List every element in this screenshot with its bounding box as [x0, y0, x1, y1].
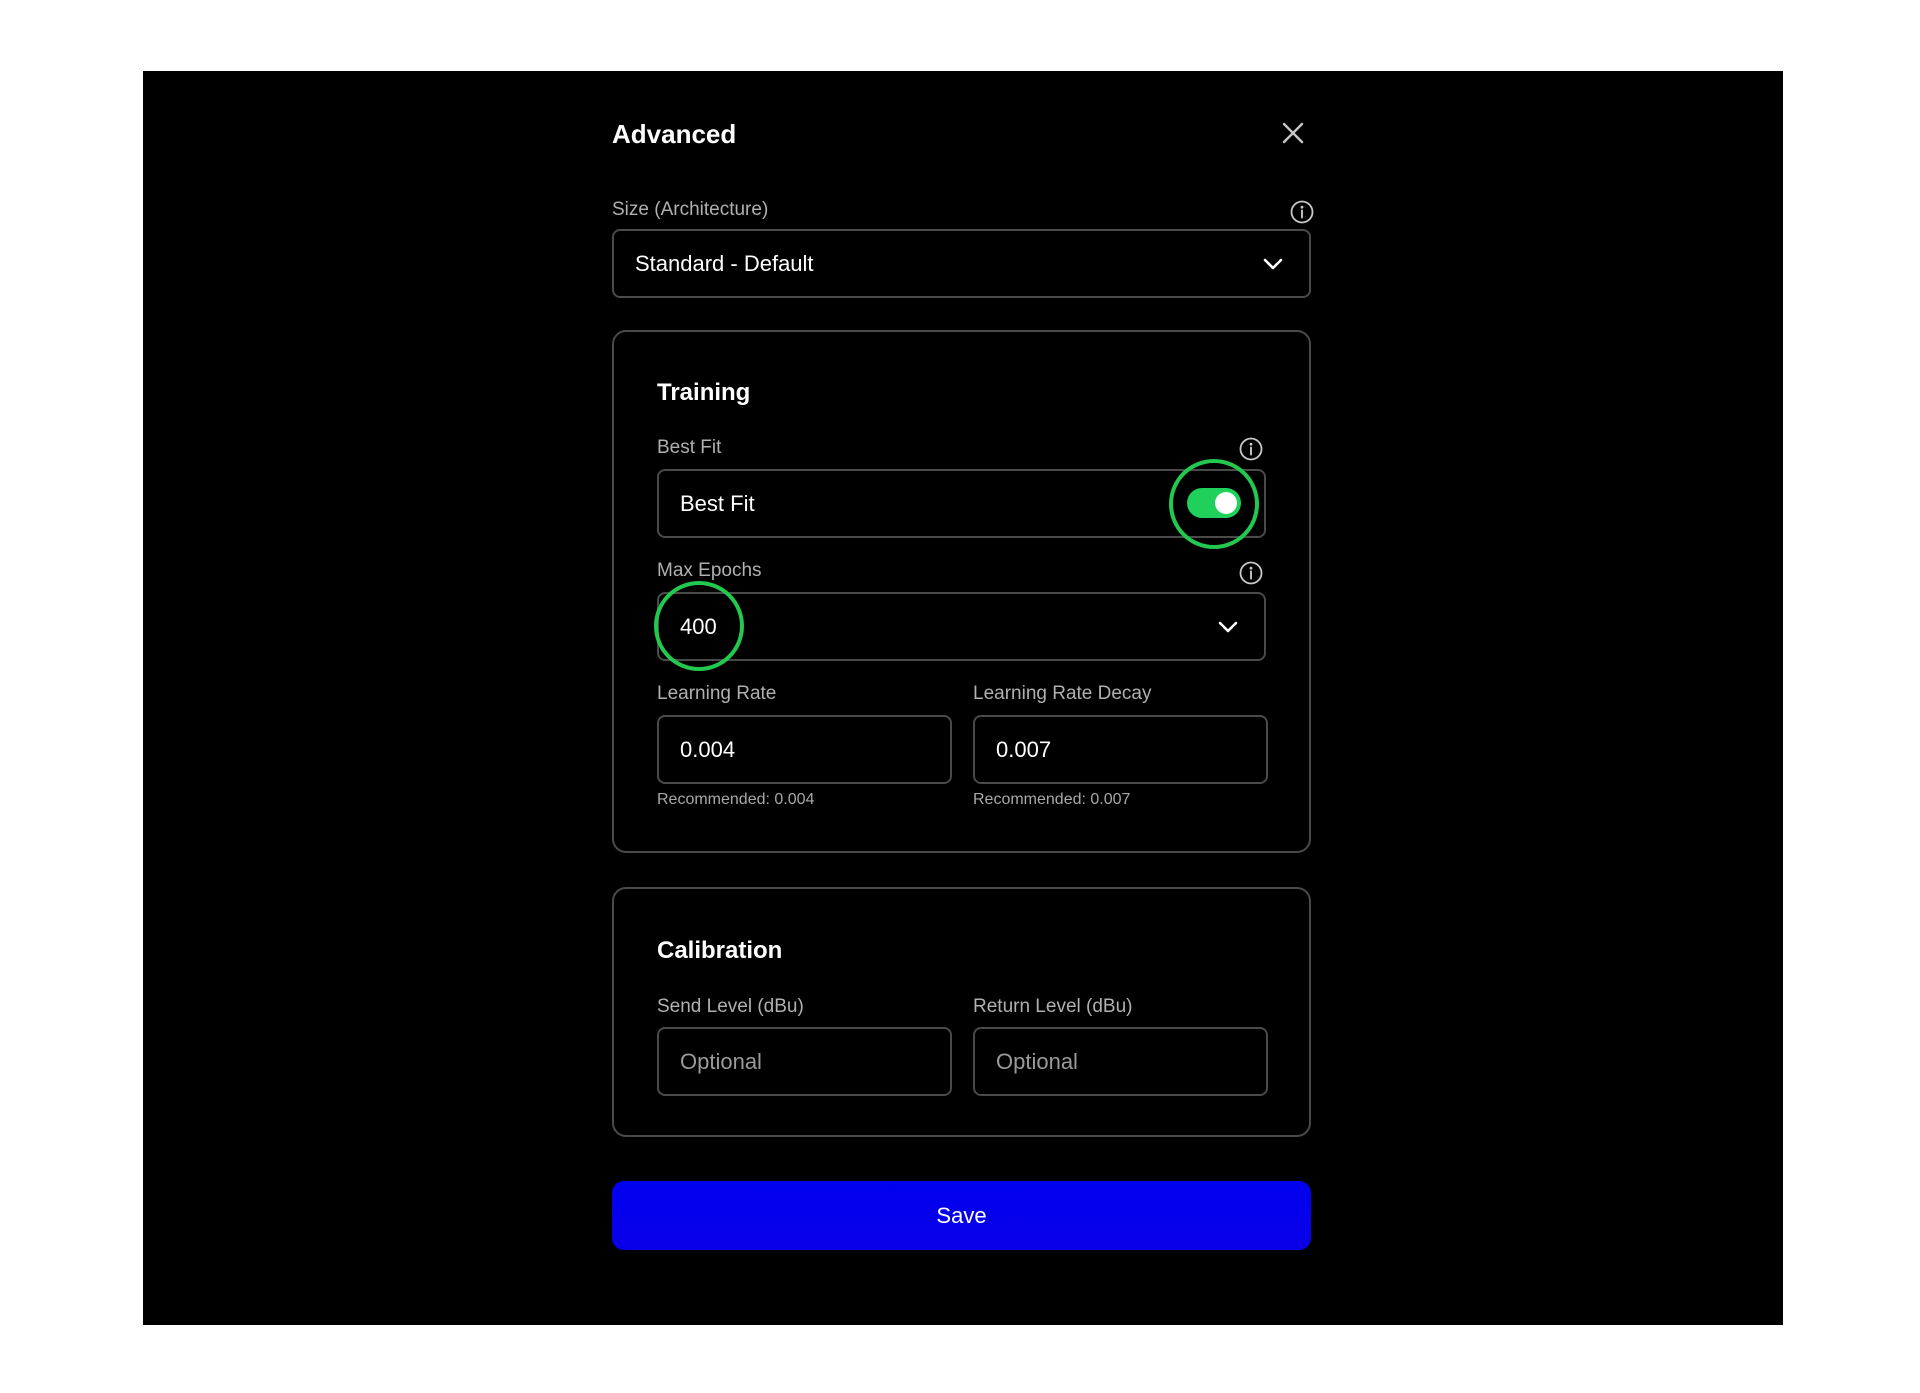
- learning-rate-decay-value: 0.007: [996, 737, 1052, 762]
- best-fit-value: Best Fit: [680, 491, 755, 516]
- architecture-label: Size (Architecture): [612, 199, 769, 220]
- close-icon: [1282, 122, 1304, 144]
- architecture-value: Standard - Default: [635, 251, 814, 276]
- max-epochs-info-icon[interactable]: [1238, 560, 1264, 586]
- calibration-title: Calibration: [657, 937, 783, 964]
- learning-rate-decay-label: Learning Rate Decay: [973, 683, 1152, 704]
- dialog-title: Advanced: [612, 119, 737, 149]
- best-fit-info-icon[interactable]: [1238, 436, 1264, 462]
- max-epochs-label: Max Epochs: [657, 560, 762, 581]
- architecture-select[interactable]: Standard - Default: [612, 229, 1311, 298]
- return-level-label: Return Level (dBu): [973, 996, 1133, 1017]
- learning-rate-decay-hint: Recommended: 0.007: [973, 791, 1131, 808]
- return-level-placeholder: Optional: [996, 1049, 1078, 1074]
- learning-rate-label: Learning Rate: [657, 683, 777, 704]
- architecture-info-icon[interactable]: [1289, 199, 1315, 225]
- send-level-placeholder: Optional: [680, 1049, 762, 1074]
- learning-rate-value: 0.004: [680, 737, 736, 762]
- return-level-input[interactable]: Optional: [973, 1027, 1268, 1096]
- best-fit-label: Best Fit: [657, 437, 722, 458]
- learning-rate-decay-input[interactable]: 0.007: [973, 715, 1268, 784]
- highlight-ring-epochs: [654, 581, 744, 671]
- chevron-down-icon: [1218, 621, 1238, 633]
- learning-rate-input[interactable]: 0.004: [657, 715, 952, 784]
- training-title: Training: [657, 379, 751, 406]
- learning-rate-hint: Recommended: 0.004: [657, 791, 815, 808]
- send-level-label: Send Level (dBu): [657, 996, 804, 1017]
- max-epochs-select[interactable]: 400: [657, 592, 1266, 661]
- chevron-down-icon: [1263, 258, 1283, 270]
- highlight-ring-toggle: [1169, 459, 1259, 549]
- close-button[interactable]: [1278, 118, 1308, 148]
- save-label: Save: [936, 1202, 987, 1228]
- save-button[interactable]: Save: [612, 1181, 1311, 1250]
- send-level-input[interactable]: Optional: [657, 1027, 952, 1096]
